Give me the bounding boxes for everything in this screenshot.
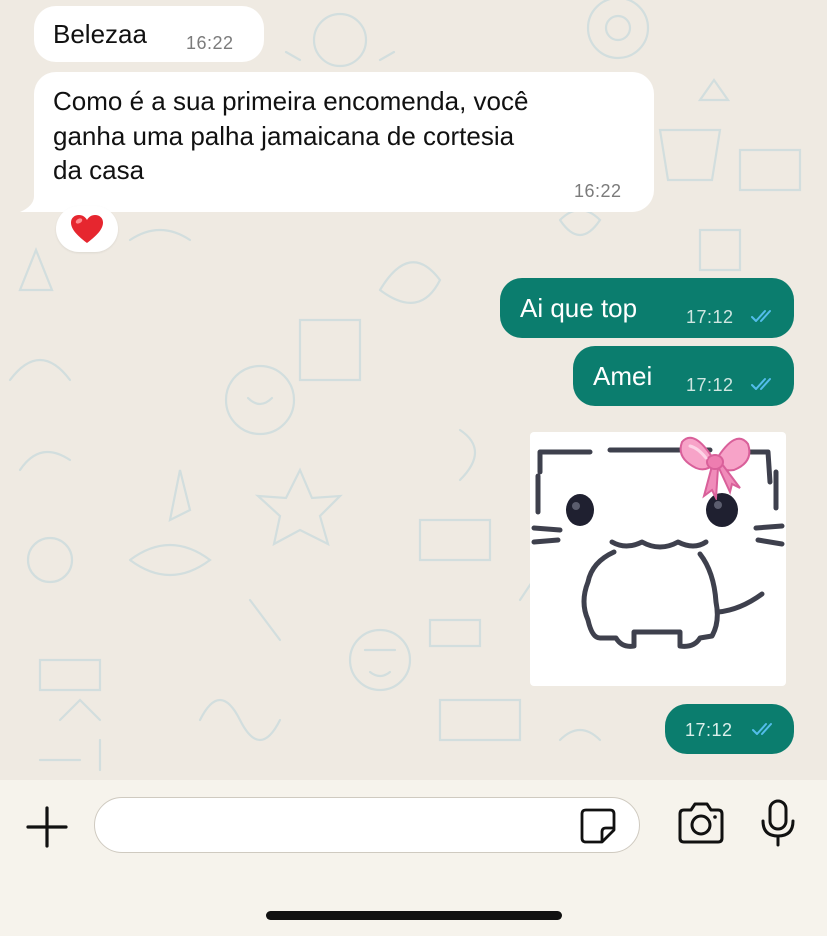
double-check-icon [751,310,771,322]
heart-emoji-icon [71,215,103,243]
message-text: Belezaa [53,19,147,49]
double-check-icon [751,378,771,390]
chat-area[interactable]: Belezaa 16:22 Como é a sua primeira enco… [0,0,827,780]
message-time: 17:12 [685,720,733,740]
camera-icon[interactable] [676,800,726,848]
plus-icon[interactable] [24,804,70,850]
message-time: 17:12 [686,375,734,395]
message-time: 16:22 [186,33,234,53]
message-input[interactable] [113,808,567,844]
outgoing-message[interactable]: Ai que top 17:12 [500,278,794,338]
home-indicator[interactable] [266,911,562,920]
message-text-line: Como é a sua primeira encomenda, você [53,86,529,116]
message-time: 17:12 [686,307,734,327]
bow-icon [679,436,751,500]
message-input-box[interactable] [94,797,640,853]
sticker-icon[interactable] [578,806,618,846]
incoming-message[interactable]: Belezaa 16:22 [34,6,264,62]
message-text: Ai que top [520,293,638,323]
microphone-icon[interactable] [758,798,798,848]
sticker-time-badge: 17:12 [665,704,794,754]
message-text-line: da casa [53,155,145,186]
sticker-message[interactable] [530,432,786,686]
incoming-message[interactable]: Como é a sua primeira encomenda, você ga… [34,72,654,212]
message-text: Amei [593,361,653,391]
outgoing-message[interactable]: Amei 17:12 [573,346,794,406]
bubble-tail [20,196,40,212]
reaction-badge[interactable] [56,206,118,252]
message-time: 16:22 [574,181,622,201]
message-text-line: ganha uma palha jamaicana de cortesia [53,120,515,151]
double-check-icon [752,723,772,735]
